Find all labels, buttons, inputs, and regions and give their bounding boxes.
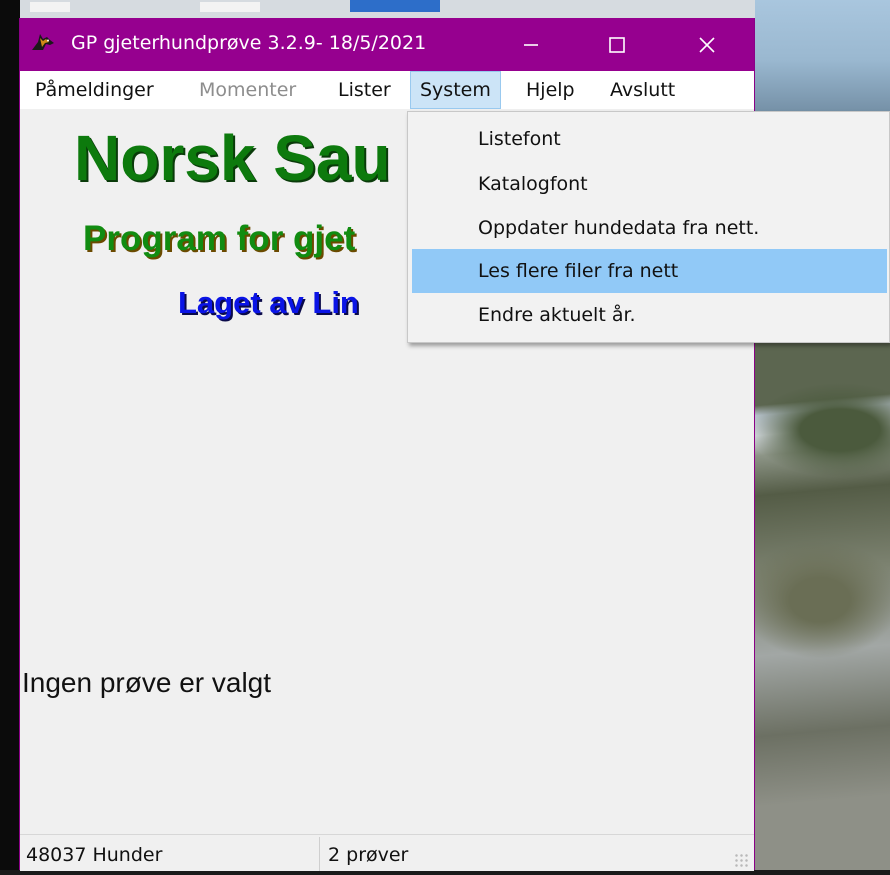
resize-grip[interactable]: [734, 853, 748, 867]
background-window-edge: [0, 0, 20, 870]
program-title: Norsk Sau: [74, 122, 391, 194]
menu-avslutt[interactable]: Avslutt: [601, 71, 684, 109]
menu-lister[interactable]: Lister: [329, 71, 400, 109]
minimize-button[interactable]: [500, 18, 562, 71]
status-test-count: 2 prøver: [328, 844, 409, 866]
window-title: GP gjeterhundprøve 3.2.9- 18/5/2021: [71, 32, 427, 54]
minimize-icon: [524, 43, 538, 46]
program-subtitle: Program for gjet: [83, 219, 356, 258]
menu-option-oppdater-hundedata[interactable]: Oppdater hundedata fra nett.: [412, 206, 887, 250]
menu-hjelp[interactable]: Hjelp: [517, 71, 584, 109]
status-divider: [319, 837, 320, 871]
close-icon: [699, 36, 715, 53]
no-test-selected-message: Ingen prøve er valgt: [22, 667, 272, 698]
menu-option-les-flere-filer[interactable]: Les flere filer fra nett: [412, 249, 887, 293]
menu-pameldinger[interactable]: Påmeldinger: [26, 71, 163, 109]
menu-option-listefont[interactable]: Listefont: [412, 117, 887, 161]
title-bar[interactable]: GP gjeterhundprøve 3.2.9- 18/5/2021: [20, 18, 754, 71]
author-credit: Laget av Lin: [178, 285, 359, 320]
status-bar: 48037 Hunder 2 prøver: [20, 834, 754, 871]
system-dropdown-menu: Listefont Katalogfont Oppdater hundedata…: [407, 111, 890, 343]
maximize-icon: [609, 36, 625, 53]
menu-option-endre-aktuelt-ar[interactable]: Endre aktuelt år.: [412, 293, 887, 337]
status-dog-count: 48037 Hunder: [26, 844, 163, 866]
close-button[interactable]: [676, 18, 738, 71]
menu-option-katalogfont[interactable]: Katalogfont: [412, 162, 887, 206]
menu-bar: Påmeldinger Momenter Lister System Hjelp…: [20, 71, 754, 109]
maximize-button[interactable]: [586, 18, 648, 71]
sheepdog-icon: [30, 30, 56, 56]
menu-system[interactable]: System: [410, 71, 501, 109]
menu-momenter[interactable]: Momenter: [190, 71, 305, 109]
background-window-strip: [20, 0, 755, 18]
